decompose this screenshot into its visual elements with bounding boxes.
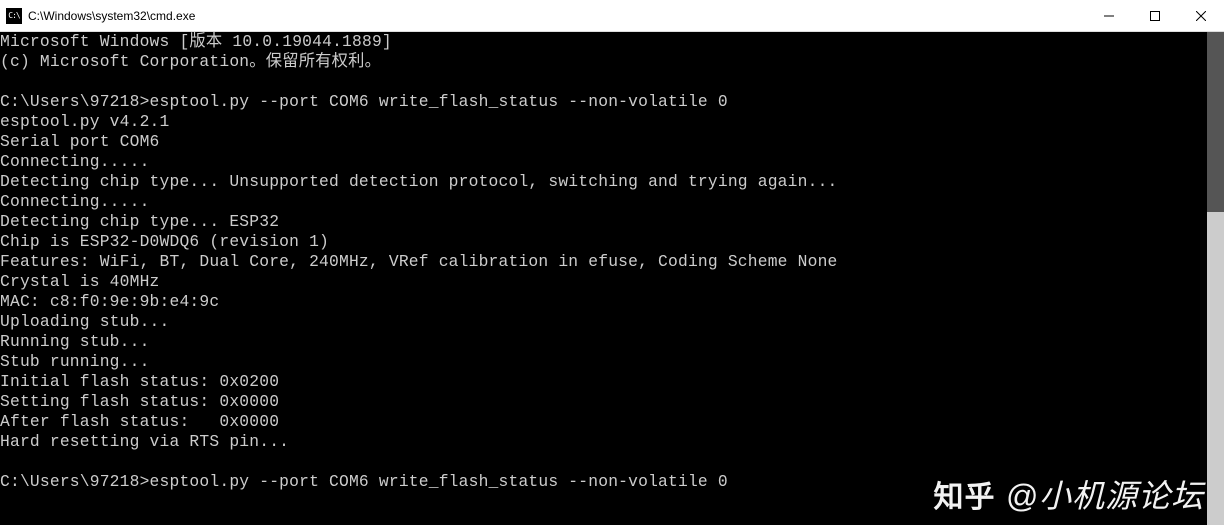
window-controls — [1086, 0, 1224, 31]
minimize-button[interactable] — [1086, 0, 1132, 31]
watermark: 知乎 @小机源论坛 — [934, 471, 1205, 517]
scrollbar[interactable] — [1207, 32, 1224, 525]
cmd-icon — [6, 8, 22, 24]
scrollbar-thumb[interactable] — [1207, 32, 1224, 212]
terminal-area: Microsoft Windows [版本 10.0.19044.1889] (… — [0, 32, 1224, 525]
terminal-output[interactable]: Microsoft Windows [版本 10.0.19044.1889] (… — [0, 32, 1207, 525]
watermark-text: @小机源论坛 — [1006, 471, 1205, 517]
titlebar[interactable]: C:\Windows\system32\cmd.exe — [0, 0, 1224, 32]
close-button[interactable] — [1178, 0, 1224, 31]
zhihu-logo: 知乎 — [934, 472, 996, 516]
window-title: C:\Windows\system32\cmd.exe — [28, 9, 195, 23]
maximize-button[interactable] — [1132, 0, 1178, 31]
